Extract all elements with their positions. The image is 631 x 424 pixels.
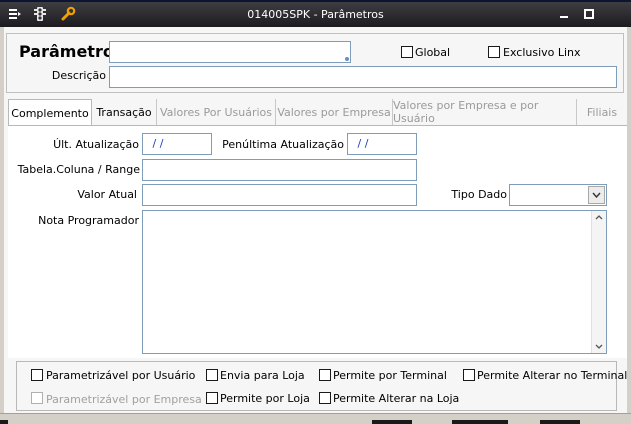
scroll-up-icon[interactable] <box>595 215 603 220</box>
exclusivo-linx-label: Exclusivo Linx <box>503 46 581 59</box>
permite-loja-label: Permite por Loja <box>220 392 310 405</box>
parametrizavel-usuario-label: Parametrizável por Usuário <box>46 369 196 382</box>
tab-valores-por-empresa[interactable]: Valores por Empresa <box>276 99 393 125</box>
valor-atual-label: Valor Atual <box>77 188 137 201</box>
permite-alterar-terminal-checkbox[interactable] <box>463 369 475 381</box>
envia-loja-label: Envia para Loja <box>220 369 305 382</box>
permite-alterar-terminal-label: Permite Alterar no Terminal <box>477 369 628 382</box>
penultima-atualizacao-input[interactable]: / / <box>347 133 417 155</box>
global-checkbox[interactable] <box>401 46 413 58</box>
lookup-icon <box>345 57 349 61</box>
parametro-label: Parâmetro <box>19 42 114 61</box>
tab-filiais[interactable]: Filiais <box>577 99 627 125</box>
envia-loja-checkbox[interactable] <box>206 369 218 381</box>
form-area: Parâmetro Global Exclusivo Linx Descriçã… <box>4 27 627 413</box>
parametrizavel-empresa-checkbox[interactable] <box>31 392 43 404</box>
parametrizavel-empresa-label: Parametrizável por Empresa <box>46 393 202 406</box>
chevron-down-icon[interactable] <box>588 186 605 204</box>
ult-atualizacao-input[interactable]: / / <box>142 133 212 155</box>
permite-terminal-label: Permite por Terminal <box>333 369 447 382</box>
parametro-input[interactable] <box>109 41 351 63</box>
tabela-coluna-input[interactable] <box>142 159 417 181</box>
ult-atualizacao-label: Últ. Atualização <box>53 138 139 151</box>
exclusivo-linx-checkbox[interactable] <box>488 46 500 58</box>
minimize-icon[interactable] <box>554 7 574 21</box>
permite-terminal-checkbox[interactable] <box>319 369 331 381</box>
scroll-down-icon[interactable] <box>595 344 603 349</box>
descricao-input[interactable] <box>109 66 617 88</box>
nota-programador-textarea[interactable] <box>142 210 607 354</box>
tab-complemento[interactable]: Complemento <box>8 99 92 126</box>
tab-valores-por-usuarios[interactable]: Valores Por Usuários <box>157 99 276 125</box>
title-bar: 014005SPK - Parâmetros <box>0 2 631 27</box>
parametrizavel-usuario-checkbox[interactable] <box>31 369 43 381</box>
global-label: Global <box>415 46 451 59</box>
tipo-dado-label: Tipo Dado <box>451 188 507 201</box>
scrollbar[interactable] <box>591 211 606 353</box>
penultima-atualizacao-label: Penúltima Atualização <box>222 138 344 151</box>
permite-alterar-loja-label: Permite Alterar na Loja <box>333 392 460 405</box>
maximize-icon[interactable] <box>579 7 599 21</box>
permite-alterar-loja-checkbox[interactable] <box>319 392 331 404</box>
valor-atual-input[interactable] <box>142 184 417 206</box>
tab-valores-empresa-usuario[interactable]: Valores por Empresa e por Usuário <box>393 99 577 125</box>
window-title: 014005SPK - Parâmetros <box>247 8 384 21</box>
bottom-edge <box>0 413 631 424</box>
permite-loja-checkbox[interactable] <box>206 392 218 404</box>
descricao-label: Descrição <box>51 69 106 82</box>
nota-programador-label: Nota Programador <box>38 214 139 227</box>
tab-transacao[interactable]: Transação <box>92 99 157 125</box>
tabela-coluna-label: Tabela.Coluna / Range <box>17 163 140 176</box>
tipo-dado-select[interactable] <box>509 184 607 206</box>
